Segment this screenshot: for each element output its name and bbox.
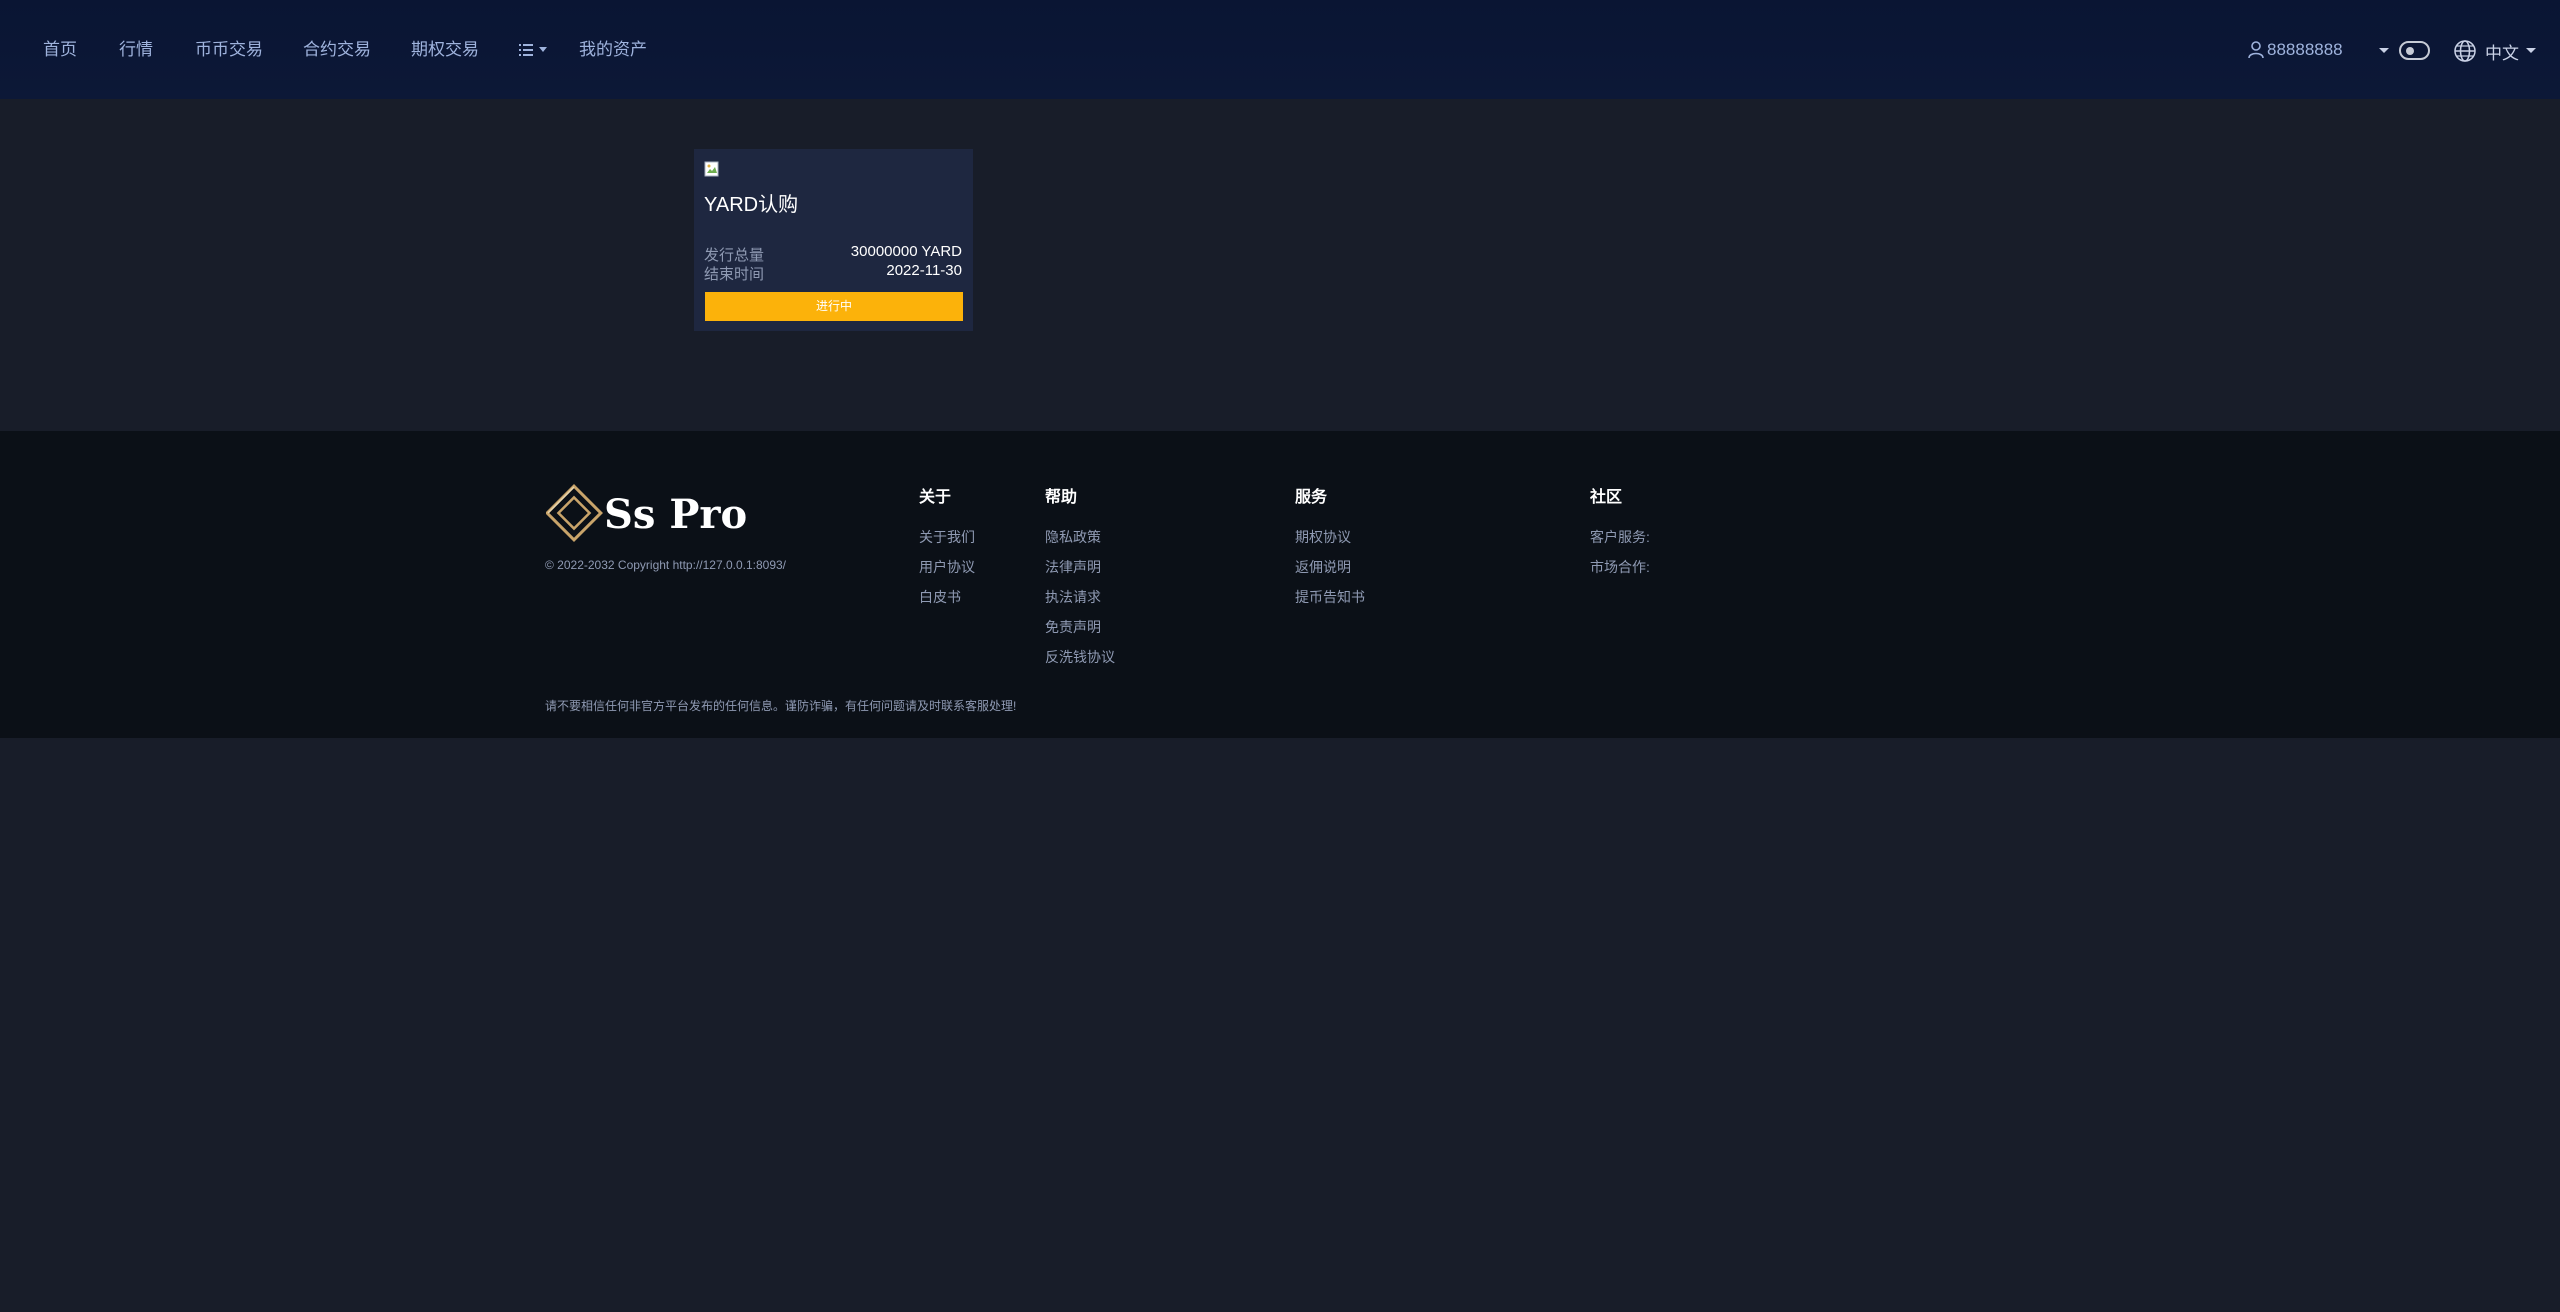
issue-total-value: 30000000 YARD (850, 243, 962, 260)
link-options-agreement[interactable]: 期权协议 (1295, 527, 1351, 547)
link-about-us[interactable]: 关于我们 (919, 527, 975, 547)
anti-fraud-disclaimer: 请不要相信任何非官方平台发布的任何信息。谨防诈骗，有任何问题请及时联系客服处理! (545, 699, 1017, 713)
more-menu-button[interactable] (518, 40, 552, 60)
link-privacy-policy[interactable]: 隐私政策 (1045, 527, 1101, 547)
footer-col-about-title: 关于 (919, 489, 952, 506)
nav-my-assets[interactable]: 我的资产 (579, 38, 647, 62)
footer-col-service-title: 服务 (1295, 489, 1328, 506)
footer (0, 431, 2560, 738)
nav-contract-trading[interactable]: 合约交易 (303, 38, 371, 62)
caret-down-icon (2526, 48, 2536, 53)
link-disclaimer[interactable]: 免责声明 (1045, 617, 1101, 637)
logo-text: Ss Pro (604, 491, 748, 538)
main-content (0, 99, 2560, 431)
nav-market[interactable]: 行情 (119, 38, 153, 62)
link-customer-service[interactable]: 客户服务: (1590, 527, 1650, 547)
language-selector[interactable]: 中文 (2453, 38, 2537, 64)
list-icon (519, 44, 547, 56)
broken-image-icon (704, 161, 719, 177)
link-law-enforcement-request[interactable]: 执法请求 (1045, 587, 1101, 607)
toggle-knob (2406, 47, 2414, 55)
theme-toggle[interactable] (2399, 41, 2430, 60)
end-time-label: 结束时间 (704, 266, 765, 283)
link-rebate-info[interactable]: 返佣说明 (1295, 557, 1351, 577)
link-legal-statement[interactable]: 法律声明 (1045, 557, 1101, 577)
issue-total-label: 发行总量 (704, 247, 765, 264)
status-in-progress-button[interactable]: 进行中 (705, 292, 963, 321)
card-title: YARD认购 (704, 194, 799, 216)
user-account[interactable]: 88888888 (2248, 38, 2343, 62)
ss-pro-logo: Ss Pro (545, 483, 748, 543)
link-user-agreement[interactable]: 用户协议 (919, 557, 975, 577)
nav-options-trading[interactable]: 期权交易 (411, 38, 479, 62)
link-withdrawal-notice[interactable]: 提币告知书 (1295, 587, 1365, 607)
globe-icon (2454, 40, 2476, 62)
footer-col-community-title: 社区 (1590, 489, 1623, 506)
link-aml-agreement[interactable]: 反洗钱协议 (1045, 647, 1115, 667)
top-navbar: 首页 行情 币币交易 合约交易 期权交易 我的资产 88888888 中文 (0, 0, 2560, 99)
copyright-text: © 2022-2032 Copyright http://127.0.0.1:8… (545, 558, 787, 572)
nav-home[interactable]: 首页 (43, 38, 77, 62)
theme-dropdown-button[interactable] (2378, 40, 2390, 60)
footer-col-help-title: 帮助 (1045, 489, 1078, 506)
link-market-cooperation[interactable]: 市场合作: (1590, 557, 1650, 577)
language-label: 中文 (2485, 43, 2519, 63)
user-id: 88888888 (2267, 40, 2343, 59)
end-time-value: 2022-11-30 (886, 262, 962, 279)
nav-spot-trading[interactable]: 币币交易 (195, 38, 263, 62)
user-icon (2248, 41, 2264, 59)
link-whitepaper[interactable]: 白皮书 (919, 587, 961, 607)
caret-down-icon (2379, 48, 2389, 53)
